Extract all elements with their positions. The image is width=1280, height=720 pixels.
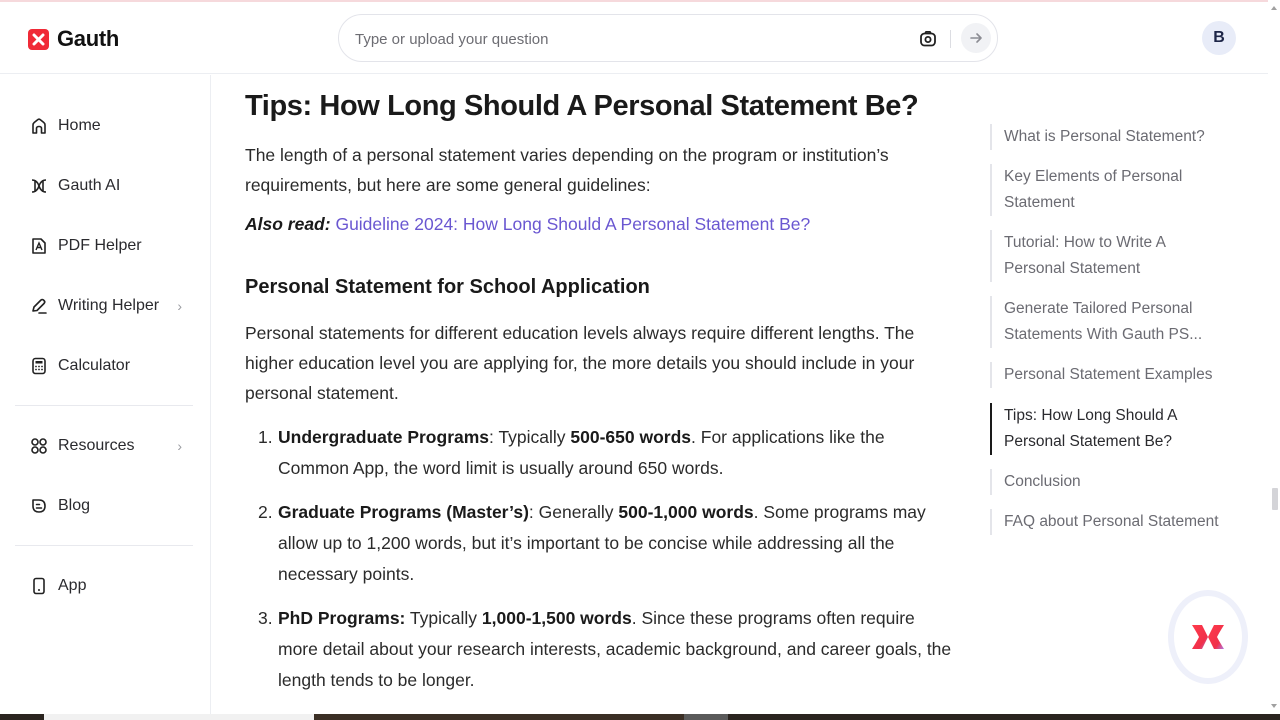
list-sep: Typically [405,608,482,628]
sidebar-item-label: Calculator [58,357,131,374]
gauth-bot-icon [1192,625,1224,649]
grid-icon [30,437,48,455]
also-read-label: Also read: [245,214,331,234]
sidebar-item-writing-helper[interactable]: Writing Helper › [30,291,190,321]
intro-paragraph: The length of a personal statement varie… [245,145,889,195]
phone-icon [30,577,48,595]
sidebar-item-label: Gauth AI [58,177,121,194]
taskbar-segment [314,714,684,720]
floating-assistant-button[interactable] [1168,590,1248,684]
scroll-down-arrow-icon[interactable] [1271,704,1277,708]
sidebar-item-home[interactable]: Home [30,111,190,141]
also-read: Also read: Guideline 2024: How Long Shou… [245,214,810,235]
chevron-right-icon: › [177,438,182,454]
list-range: 500-1,000 words [618,502,754,522]
taskbar-segment [684,714,728,720]
toc-item[interactable]: Conclusion [990,469,1230,495]
scroll-up-arrow-icon[interactable] [1271,6,1277,10]
sidebar-item-blog[interactable]: Blog [30,491,190,521]
search-input[interactable] [355,27,895,51]
list-item: 3. PhD Programs: Typically 1,000-1,500 w… [258,603,958,696]
toc-item[interactable]: What is Personal Statement? [990,124,1230,150]
toc-item[interactable]: Generate Tailored Personal Statements Wi… [990,296,1230,348]
section-paragraph: Personal statements for different educat… [245,323,915,403]
sidebar-item-calculator[interactable]: Calculator [30,351,190,381]
send-button[interactable] [961,23,991,53]
list-number: 2. [258,502,273,522]
toc-item[interactable]: Personal Statement Examples [990,362,1230,388]
calculator-icon [30,357,48,375]
chevron-right-icon: › [177,298,182,314]
sidebar-item-resources[interactable]: Resources › [30,431,190,461]
camera-icon[interactable] [917,28,939,50]
list-term: Graduate Programs (Master’s) [278,502,529,522]
toc-item[interactable]: FAQ about Personal Statement [990,509,1230,535]
sidebar-divider [15,545,193,546]
scroll-thumb[interactable] [1272,488,1278,510]
header: Gauth B [0,2,1268,74]
list-range: 1,000-1,500 words [481,608,632,628]
taskbar-segment [44,714,314,720]
list-range: 500-650 words [570,427,692,447]
page-scrollbar[interactable] [1268,0,1280,714]
article-title: Tips: How Long Should A Personal Stateme… [245,90,919,122]
pdf-icon [30,237,48,255]
toc-item[interactable]: Tutorial: How to Write A Personal Statem… [990,230,1230,282]
sidebar-item-app[interactable]: App [30,571,190,601]
list-sep: : Typically [489,427,571,447]
home-icon [30,117,48,135]
sidebar-item-label: App [58,577,87,594]
sidebar-item-pdf-helper[interactable]: PDF Helper [30,231,190,261]
sidebar-item-label: Writing Helper [58,297,160,314]
brand-name: Gauth [57,26,120,51]
list-number: 3. [258,608,273,628]
arrow-right-icon [970,33,982,43]
sidebar: Home Gauth AI PDF Helper Writing Helper … [0,75,211,715]
search-divider [950,30,951,48]
list-term: PhD Programs: [278,608,406,628]
sidebar-item-label: Home [58,117,101,134]
gauth-logo[interactable]: Gauth [28,26,119,52]
sidebar-divider [15,405,193,406]
also-read-link[interactable]: Guideline 2024: How Long Should A Person… [335,214,810,234]
blog-icon [30,497,48,515]
toc-item-active[interactable]: Tips: How Long Should A Personal Stateme… [990,403,1230,455]
pen-icon [30,297,48,315]
gauth-logo-icon [28,28,49,50]
list-term: Undergraduate Programs [278,427,490,447]
sidebar-item-label: Blog [58,497,91,514]
sidebar-item-label: Resources [58,437,135,454]
user-avatar[interactable]: B [1202,21,1236,55]
search-bar [338,14,998,62]
toc-item[interactable]: Key Elements of Personal Statement [990,164,1230,216]
list-sep: : Generally [528,502,619,522]
sidebar-item-label: PDF Helper [58,237,142,254]
list-item: 2. Graduate Programs (Master’s): General… [258,497,958,590]
os-taskbar [0,714,1280,720]
sidebar-item-gauth-ai[interactable]: Gauth AI [30,171,190,201]
list-item: 1. Undergraduate Programs: Typically 500… [258,422,958,484]
list-number: 1. [258,427,273,447]
gauth-ai-icon [30,177,48,195]
section-heading: Personal Statement for School Applicatio… [245,276,650,298]
